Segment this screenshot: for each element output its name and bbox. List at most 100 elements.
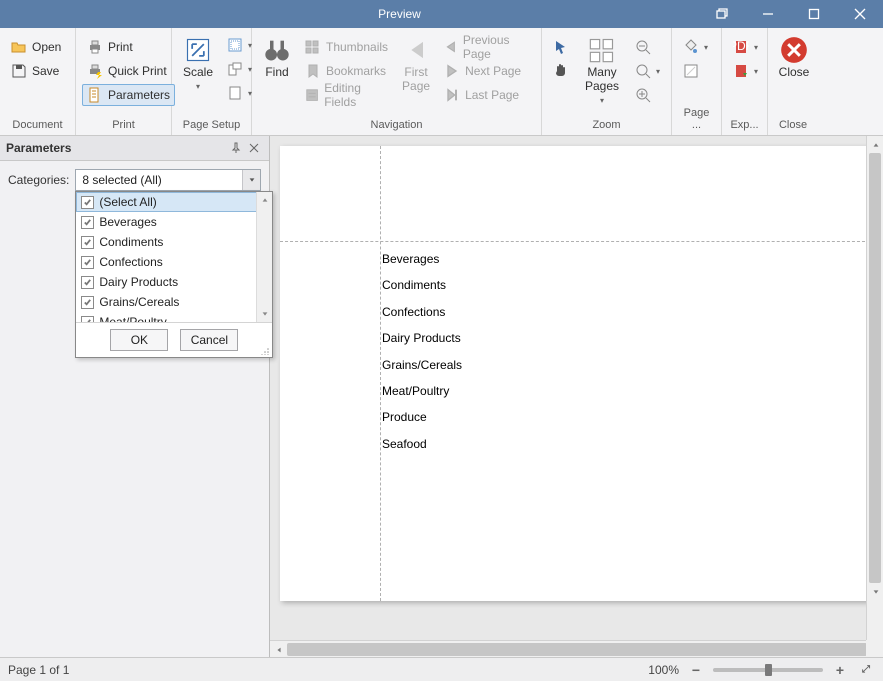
save-button[interactable]: Save: [6, 60, 66, 82]
report-item: Condiments: [382, 272, 462, 298]
scroll-down-icon[interactable]: [867, 583, 883, 600]
checkbox-icon[interactable]: [81, 276, 94, 289]
scale-button[interactable]: Scale ▾: [178, 32, 218, 104]
dropdown-scrollbar[interactable]: [256, 192, 272, 322]
categories-combo[interactable]: 8 selected (All): [75, 169, 261, 191]
printer-icon: [87, 39, 103, 55]
quick-print-button[interactable]: Quick Print: [82, 60, 175, 82]
ok-button[interactable]: OK: [110, 329, 168, 351]
thumbnails-button[interactable]: Thumbnails: [300, 36, 393, 58]
page-status: Page 1 of 1: [8, 663, 69, 677]
dropdown-option[interactable]: Dairy Products: [76, 272, 272, 292]
slider-knob[interactable]: [765, 664, 772, 676]
dropdown-option[interactable]: Beverages: [76, 212, 272, 232]
zoom-out-button[interactable]: [630, 36, 665, 58]
prev-icon: [444, 39, 458, 55]
zoom-value: 100%: [648, 663, 679, 677]
scroll-left-icon[interactable]: [270, 641, 287, 657]
last-icon: [444, 87, 460, 103]
bookmarks-button[interactable]: Bookmarks: [300, 60, 393, 82]
next-page-button[interactable]: Next Page: [439, 60, 535, 82]
folder-open-icon: [11, 39, 27, 55]
dropdown-option[interactable]: Condiments: [76, 232, 272, 252]
checkbox-icon[interactable]: [81, 256, 94, 269]
first-page-label: First Page: [402, 66, 430, 94]
parameters-button[interactable]: Parameters: [82, 84, 175, 106]
chevron-down-icon: ▾: [196, 82, 200, 91]
pointer-button[interactable]: [548, 36, 574, 58]
watermark-button[interactable]: [678, 60, 713, 82]
panel-close-button[interactable]: [245, 140, 263, 156]
svg-text:PDF: PDF: [733, 39, 749, 53]
zoom-button[interactable]: ▾: [630, 60, 665, 82]
export-pdf-button[interactable]: PDF▾: [728, 36, 763, 58]
option-label: Confections: [99, 255, 162, 269]
zoom-out-button[interactable]: −: [687, 661, 705, 679]
close-window-button[interactable]: [837, 0, 883, 28]
many-pages-button[interactable]: Many Pages ▾: [578, 32, 626, 104]
vertical-scrollbar[interactable]: [866, 136, 883, 640]
scale-icon: [184, 36, 212, 64]
watermark-icon: [683, 63, 699, 79]
scroll-up-icon[interactable]: [257, 192, 272, 208]
margins-icon: [227, 37, 243, 53]
option-label: Beverages: [99, 215, 156, 229]
open-button[interactable]: Open: [6, 36, 66, 58]
hand-icon: [553, 63, 569, 79]
horizontal-scrollbar[interactable]: [270, 640, 866, 657]
scrollbar-thumb[interactable]: [287, 643, 867, 656]
many-pages-icon: [588, 36, 616, 64]
paint-icon: [683, 39, 699, 55]
previous-page-button[interactable]: Previous Page: [439, 36, 535, 58]
scrollbar-thumb[interactable]: [869, 153, 881, 583]
editing-fields-button[interactable]: Editing Fields: [300, 84, 393, 106]
option-label: Dairy Products: [99, 275, 178, 289]
export-doc-button[interactable]: ▾: [728, 60, 763, 82]
zoom-in-button[interactable]: [630, 84, 665, 106]
scroll-up-icon[interactable]: [867, 136, 883, 153]
dropdown-option[interactable]: (Select All): [76, 192, 272, 212]
print-button[interactable]: Print: [82, 36, 175, 58]
parameters-label: Parameters: [108, 88, 170, 102]
cancel-button[interactable]: Cancel: [180, 329, 238, 351]
parameters-panel: Parameters Categories: 8 selected (All) …: [0, 136, 270, 657]
page-color-button[interactable]: ▾: [678, 36, 713, 58]
titlebar: Preview: [0, 0, 883, 28]
zoom-expand-button[interactable]: ⤢: [857, 661, 875, 679]
chevron-down-icon[interactable]: [242, 170, 260, 190]
checkbox-icon[interactable]: [81, 196, 94, 209]
zoom-slider[interactable]: [713, 668, 823, 672]
minimize-button[interactable]: [745, 0, 791, 28]
dropdown-option[interactable]: Grains/Cereals: [76, 292, 272, 312]
checkbox-icon[interactable]: [81, 236, 94, 249]
checkbox-icon[interactable]: [81, 216, 94, 229]
pin-button[interactable]: [227, 140, 245, 156]
report-item: Confections: [382, 299, 462, 325]
report-item: Grains/Cereals: [382, 352, 462, 378]
quick-print-label: Quick Print: [108, 64, 167, 78]
hand-button[interactable]: [548, 60, 574, 82]
next-page-label: Next Page: [465, 64, 521, 78]
maximize-button[interactable]: [791, 0, 837, 28]
many-pages-label: Many Pages: [583, 66, 621, 94]
close-button[interactable]: Close: [774, 32, 814, 104]
orientation-icon: [227, 61, 243, 77]
resize-grip-icon[interactable]: [260, 345, 270, 355]
scroll-down-icon[interactable]: [257, 306, 272, 322]
dropdown-option[interactable]: Confections: [76, 252, 272, 272]
restore-window-icon[interactable]: [699, 0, 745, 28]
zoom-in-button[interactable]: +: [831, 661, 849, 679]
last-page-button[interactable]: Last Page: [439, 84, 535, 106]
preview-area: BeveragesCondimentsConfectionsDairy Prod…: [270, 136, 883, 657]
group-export-label: Exp...: [728, 116, 761, 135]
first-page-button[interactable]: First Page: [397, 32, 435, 104]
binoculars-icon: [263, 36, 291, 64]
categories-dropdown: (Select All) Beverages Condiments Confectio…: [75, 191, 273, 358]
report-page: BeveragesCondimentsConfectionsDairy Prod…: [280, 146, 870, 601]
checkbox-icon[interactable]: [81, 296, 94, 309]
dropdown-option[interactable]: Meat/Poultry: [76, 312, 272, 322]
find-button[interactable]: Find: [258, 32, 296, 104]
zoom-in-icon: [635, 87, 651, 103]
previous-page-label: Previous Page: [463, 33, 530, 61]
print-label: Print: [108, 40, 133, 54]
